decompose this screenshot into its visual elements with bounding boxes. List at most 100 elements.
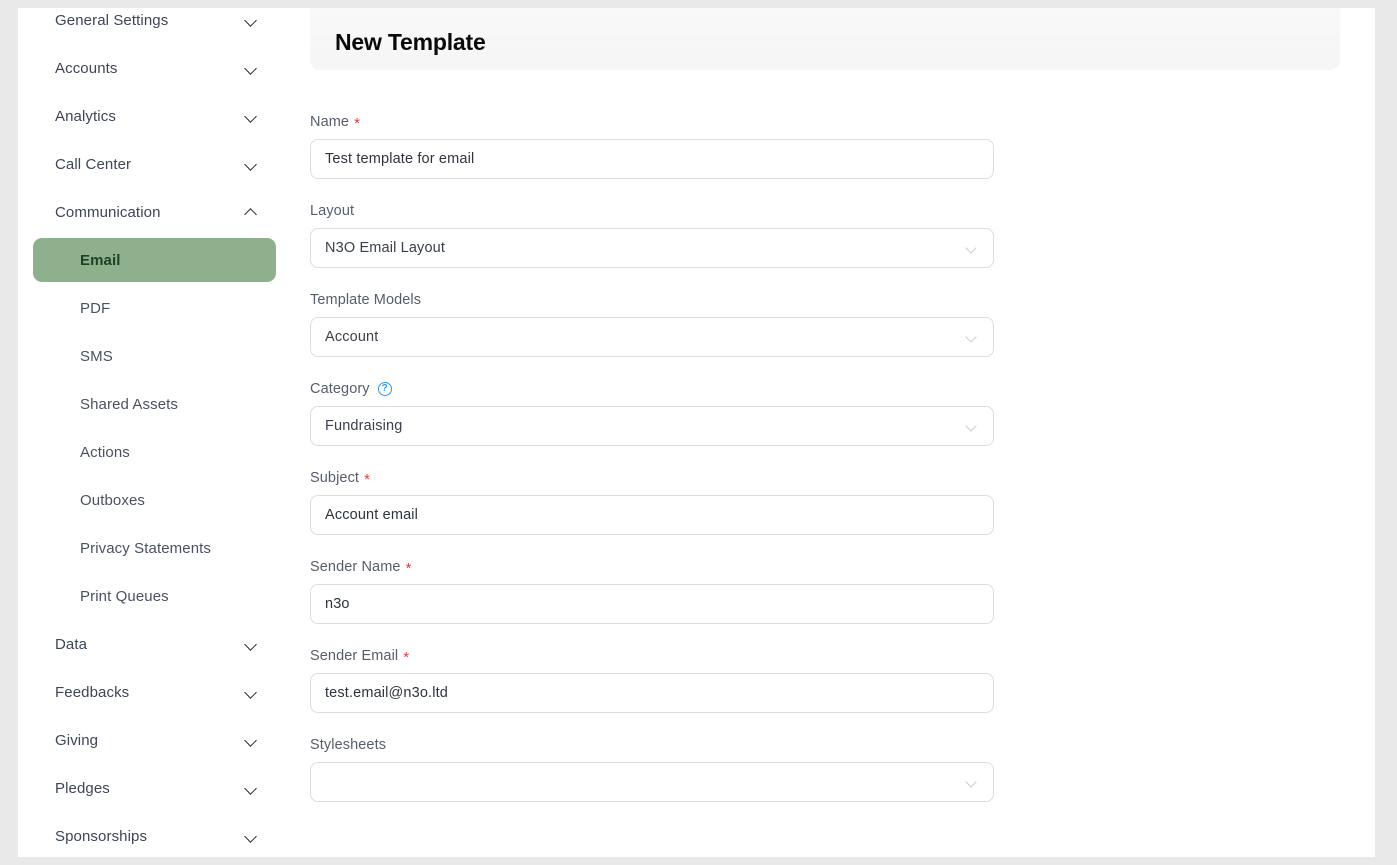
required-marker: * [405,560,412,577]
chevron-down-icon[interactable] [245,62,258,75]
sidebar-item-call-center[interactable]: Call Center [18,140,292,188]
stylesheets-select[interactable] [310,762,994,802]
field-label-row: Category ? [310,379,994,398]
sidebar-item-communication[interactable]: Communication [18,188,292,236]
sidebar-item-actions[interactable]: Actions [18,428,292,476]
chevron-down-icon[interactable] [245,734,258,747]
sidebar-item-label: Data [55,635,88,653]
required-marker: * [403,649,410,666]
sidebar-item-shared-assets[interactable]: Shared Assets [18,380,292,428]
sidebar-item-label: Privacy Statements [80,539,212,557]
sidebar-item-label: Analytics [55,107,116,125]
select-value: Account [325,329,379,345]
sidebar-item-label: Call Center [55,155,132,173]
field-layout: Layout N3O Email Layout [310,201,994,268]
field-template-models: Template Models Account [310,290,994,357]
sidebar-item-outboxes[interactable]: Outboxes [18,476,292,524]
category-select[interactable]: Fundraising [310,406,994,446]
input-value: test.email@n3o.ltd [325,685,449,701]
field-label-row: Sender Email * [310,646,994,666]
field-category: Category ? Fundraising [310,379,994,446]
help-circle-icon[interactable]: ? [377,381,392,396]
sidebar-item-pdf[interactable]: PDF [18,284,292,332]
chevron-down-icon[interactable] [245,782,258,795]
field-label: Template Models [310,291,422,308]
chevron-down-icon[interactable] [245,14,258,27]
settings-sidebar: General Settings Accounts Analytics Call… [18,8,292,857]
field-sender-name: Sender Name * n3o [310,557,994,624]
layout-select[interactable]: N3O Email Layout [310,228,994,268]
sidebar-item-privacy-statements[interactable]: Privacy Statements [18,524,292,572]
field-label: Sender Name [310,558,401,575]
field-label-row: Sender Name * [310,557,994,577]
sidebar-item-accounts[interactable]: Accounts [18,44,292,92]
field-label-row: Name * [310,112,994,132]
name-input[interactable]: Test template for email [310,139,994,179]
sidebar-item-label: Actions [80,443,130,461]
sidebar-item-feedbacks[interactable]: Feedbacks [18,668,292,716]
sidebar-item-label: Outboxes [80,491,146,509]
sidebar-scroll-container[interactable]: General Settings Accounts Analytics Call… [18,8,292,857]
sidebar-item-data[interactable]: Data [18,620,292,668]
field-stylesheets: Stylesheets [310,735,994,802]
field-label: Sender Email [310,647,399,664]
field-sender-email: Sender Email * test.email@n3o.ltd [310,646,994,713]
sidebar-item-pledges[interactable]: Pledges [18,764,292,812]
select-value: Fundraising [325,418,403,434]
field-name: Name * Test template for email [310,112,994,179]
field-label-row: Subject * [310,468,994,488]
field-label-row: Stylesheets [310,735,994,754]
sidebar-item-giving[interactable]: Giving [18,716,292,764]
sidebar-item-label: Accounts [55,59,118,77]
required-marker: * [364,471,370,488]
chevron-down-icon[interactable] [967,422,978,433]
chevron-down-icon[interactable] [245,686,258,699]
sidebar-item-label: SMS [80,347,113,365]
input-value: Test template for email [325,151,475,167]
field-label: Name [310,113,350,130]
input-value: Account email [325,507,419,523]
field-label-row: Layout [310,201,994,220]
sidebar-item-label: Communication [55,203,161,221]
sidebar-item-print-queues[interactable]: Print Queues [18,572,292,620]
sidebar-item-label: Print Queues [80,587,169,605]
chevron-down-icon[interactable] [245,830,258,843]
chevron-up-icon[interactable] [245,206,258,219]
main-content: New Template Name * Test template for em… [292,8,1375,857]
field-label: Category [310,380,370,397]
sidebar-item-sponsorships[interactable]: Sponsorships [18,812,292,857]
chevron-down-icon[interactable] [245,158,258,171]
subject-input[interactable]: Account email [310,495,994,535]
sidebar-item-email[interactable]: Email [33,238,276,282]
sidebar-item-label: Email [80,251,121,269]
field-label: Layout [310,202,355,219]
page-title: New Template [335,29,486,55]
app-window: General Settings Accounts Analytics Call… [18,8,1375,857]
sidebar-item-label: PDF [80,299,111,317]
sidebar-item-label: Giving [55,731,99,749]
sender-name-input[interactable]: n3o [310,584,994,624]
chevron-down-icon[interactable] [967,244,978,255]
field-label: Stylesheets [310,736,387,753]
sidebar-item-label: Feedbacks [55,683,130,701]
chevron-down-icon[interactable] [967,778,978,789]
new-template-form: Name * Test template for email Layout N3… [292,70,1375,802]
sidebar-item-analytics[interactable]: Analytics [18,92,292,140]
field-label-row: Template Models [310,290,994,309]
chevron-down-icon[interactable] [967,333,978,344]
sender-email-input[interactable]: test.email@n3o.ltd [310,673,994,713]
required-marker: * [354,115,360,132]
sidebar-item-sms[interactable]: SMS [18,332,292,380]
chevron-down-icon[interactable] [245,638,258,651]
sidebar-item-general-settings[interactable]: General Settings [18,8,292,44]
input-value: n3o [325,596,350,612]
sidebar-item-label: Shared Assets [80,395,179,413]
template-models-select[interactable]: Account [310,317,994,357]
field-subject: Subject * Account email [310,468,994,535]
page-header-band: New Template [310,8,1340,70]
sidebar-item-label: General Settings [55,11,169,29]
sidebar-item-label: Pledges [55,779,110,797]
chevron-down-icon[interactable] [245,110,258,123]
select-value: N3O Email Layout [325,240,446,256]
field-label: Subject [310,469,360,486]
